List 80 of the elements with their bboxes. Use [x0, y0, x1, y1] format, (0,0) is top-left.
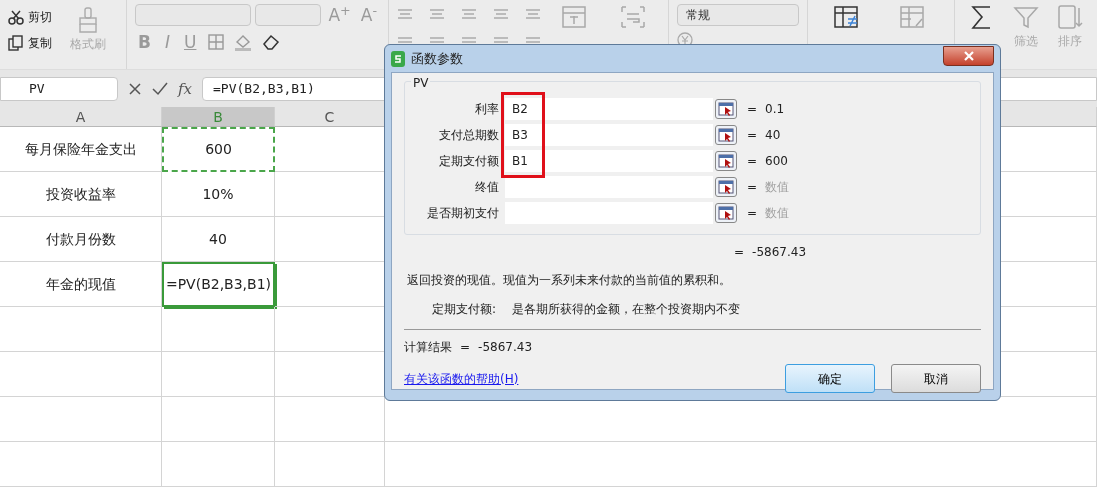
column-header[interactable]: C: [275, 107, 385, 127]
argument-label: 利率: [474, 101, 500, 118]
function-description: 返回投资的现值。现值为一系列未来付款的当前值的累积和。: [407, 272, 732, 289]
dialog-title: 函数参数: [411, 49, 463, 68]
name-box[interactable]: PV: [0, 77, 118, 101]
range-picker-button[interactable]: [715, 203, 737, 223]
range-picker-button[interactable]: [715, 177, 737, 197]
input-field[interactable]: B1: [505, 150, 713, 172]
font-name-field[interactable]: [135, 4, 251, 26]
align-icon: [493, 8, 509, 20]
table-icon: [832, 4, 860, 30]
check-icon: [152, 82, 168, 96]
scissors-icon: [8, 9, 24, 25]
equals-sign: =: [747, 153, 758, 170]
equals-sign: =: [734, 244, 745, 261]
equals-sign: =: [747, 127, 758, 144]
help-link[interactable]: 有关该函数的帮助(H): [404, 369, 519, 388]
table-cell: 10%: [162, 172, 275, 217]
argument-label: 定期支付额: [438, 153, 500, 170]
range-picker-icon: [718, 128, 734, 142]
result-value: -5867.43: [478, 339, 532, 356]
table-cell: 年金的现值: [0, 262, 162, 307]
dialog-button[interactable]: 确定: [785, 364, 875, 393]
align-icon: [525, 8, 541, 20]
align-icon: [397, 8, 413, 20]
argument-help-text: 是各期所获得的金额，在整个投资期内不变: [512, 301, 741, 318]
table-cell: =PV(B2,B3,B1): [162, 262, 275, 307]
borders-icon: [207, 33, 226, 51]
cancel-icon: [128, 82, 142, 96]
input-field[interactable]: B2: [505, 98, 713, 120]
range-picker-button[interactable]: [715, 99, 737, 119]
argument-value: 数值: [765, 179, 790, 196]
align-icon: [429, 8, 445, 20]
equals-sign: =: [747, 205, 758, 222]
table-cell: 40: [162, 217, 275, 262]
input-field[interactable]: [505, 176, 713, 198]
argument-help-label: 定期支付额:: [432, 301, 497, 318]
font-size-field[interactable]: [254, 4, 322, 26]
eraser-icon: [261, 33, 282, 51]
function-button[interactable]: fx: [178, 77, 192, 101]
range-picker-button[interactable]: [715, 125, 737, 145]
spreadsheet-app-icon: [391, 50, 405, 67]
equals-sign: =: [747, 101, 758, 118]
column-header[interactable]: A: [0, 107, 162, 127]
align-icon: [461, 8, 477, 20]
dialog-button[interactable]: 取消: [891, 364, 981, 393]
formula-result: -5867.43: [752, 244, 806, 261]
argument-label: 是否期初支付: [426, 205, 500, 222]
merge-cells-icon: [559, 4, 588, 30]
funnel-icon: [1012, 4, 1040, 30]
argument-value: 数值: [765, 205, 790, 222]
range-picker-button[interactable]: [715, 151, 737, 171]
argument-label: 终值: [474, 179, 500, 196]
copy-icon: [8, 35, 24, 51]
range-picker-icon: [718, 206, 734, 220]
range-picker-icon: [718, 102, 734, 116]
input-field[interactable]: B3: [505, 124, 713, 146]
argument-value: 40: [765, 127, 781, 144]
equals-sign: =: [460, 339, 471, 356]
table-cell: 投资收益率: [0, 172, 162, 217]
argument-label: 支付总期数: [438, 127, 500, 144]
table-cell: 600: [162, 127, 275, 172]
close-button[interactable]: [943, 45, 994, 66]
result-label: 计算结果: [404, 339, 452, 356]
table-icon: [898, 4, 926, 30]
table-cell: 付款月份数: [0, 217, 162, 262]
range-picker-icon: [718, 180, 734, 194]
fill-icon: [233, 33, 254, 51]
equals-sign: =: [747, 179, 758, 196]
cut-button[interactable]: 剪切: [8, 8, 52, 26]
wrap-text-icon: [619, 4, 648, 30]
number-format-field[interactable]: 常规: [677, 4, 799, 26]
close-icon: [962, 50, 975, 61]
paintbrush-icon: [77, 7, 99, 33]
range-picker-icon: [718, 154, 734, 168]
argument-value: 600: [765, 153, 788, 170]
copy-button[interactable]: 复制: [8, 34, 52, 52]
argument-value: 0.1: [765, 101, 785, 118]
table-cell: 每月保险年金支出: [0, 127, 162, 172]
sort-icon: [1056, 4, 1084, 30]
